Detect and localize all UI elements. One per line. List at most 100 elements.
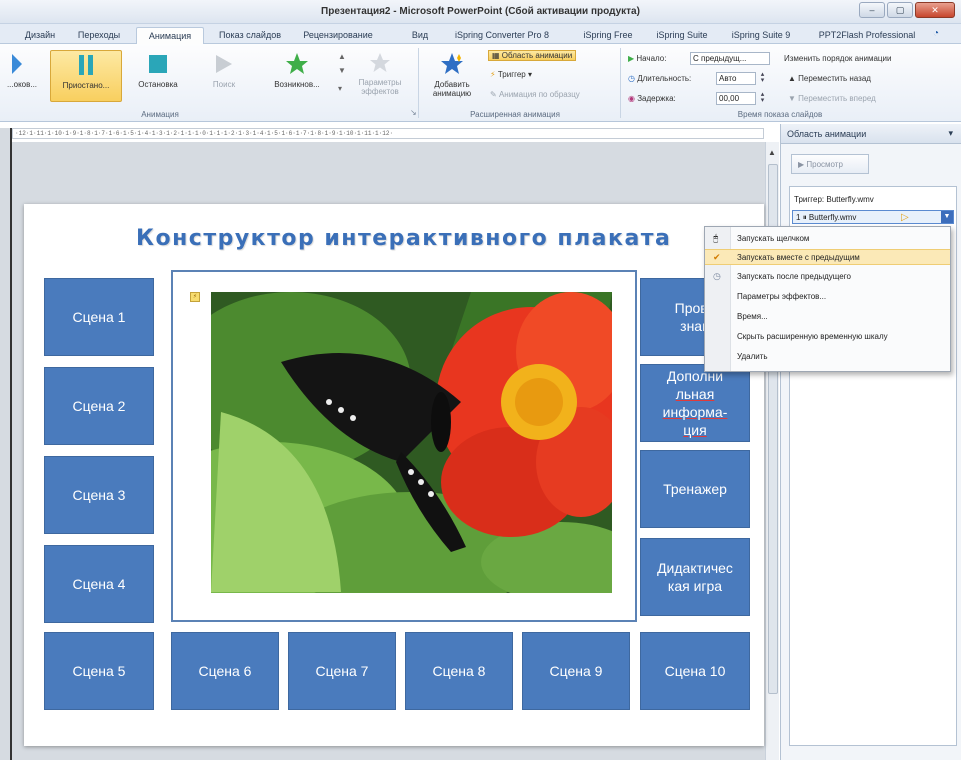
scene-4-button[interactable]: Сцена 4 (44, 545, 154, 623)
gallery-scroll-up[interactable]: ▲ (338, 52, 346, 61)
animation-pane-title: Область анимации (787, 129, 867, 139)
star-icon (286, 53, 308, 74)
window-title: Презентация2 - Microsoft PowerPoint (Сбо… (321, 6, 640, 17)
effect-options-label: Параметры эффектов (358, 78, 402, 96)
clock-icon: ◷ (628, 74, 638, 83)
tab-ispring-converter[interactable]: iSpring Converter Pro 8 (444, 27, 560, 44)
effect-appear[interactable]: Возникнов... (262, 50, 332, 102)
effect-options-icon (370, 53, 390, 72)
tab-design[interactable]: Дизайн (18, 27, 62, 44)
additional-info-button[interactable]: Дополни льная информа- ция (640, 364, 750, 442)
menu-item-hide-timeline[interactable]: Скрыть расширенную временную шкалу (705, 329, 950, 345)
tab-view[interactable]: Вид (408, 27, 432, 44)
title-bar: Презентация2 - Microsoft PowerPoint (Сбо… (0, 0, 961, 24)
start-label: ▶ Начало: (628, 54, 666, 63)
preview-button[interactable]: ▶ Просмотр (791, 154, 869, 174)
scene-10-button[interactable]: Сцена 10 (640, 632, 750, 710)
tab-transitions[interactable]: Переходы (72, 27, 126, 44)
menu-item-timing[interactable]: Время... (705, 309, 950, 325)
delay-icon: ◉ (628, 94, 638, 103)
effect-options-button[interactable]: Параметры эффектов (352, 50, 408, 102)
scene-9-button[interactable]: Сцена 9 (522, 632, 630, 710)
minimize-button[interactable]: – (859, 2, 885, 18)
move-later-label: Переместить вперед (798, 94, 876, 103)
clock-icon: ◷ (713, 271, 721, 281)
pane-menu-icon[interactable]: ▾ (948, 128, 953, 139)
scene-7-button[interactable]: Сцена 7 (288, 632, 396, 710)
scene-6-button[interactable]: Сцена 6 (171, 632, 279, 710)
slide-title[interactable]: Конструктор интерактивного плаката (136, 226, 696, 251)
box-text-line: ция (683, 422, 707, 438)
start-dropdown[interactable]: С предыдущ... (690, 52, 770, 65)
menu-item-effect-options[interactable]: Параметры эффектов... (705, 289, 950, 305)
duration-label: ◷ Длительность: (628, 74, 691, 83)
workspace-left-edge (0, 128, 12, 760)
move-earlier-label: Переместить назад (798, 74, 871, 83)
animation-painter-button[interactable]: ✎ Анимация по образцу (490, 90, 580, 99)
animation-painter-label: Анимация по образцу (498, 90, 580, 99)
animation-pane-button[interactable]: ▦ Область анимации (488, 50, 577, 61)
tab-ispring-suite-9[interactable]: iSpring Suite 9 (728, 27, 794, 44)
tab-ispring-free[interactable]: iSpring Free (578, 27, 638, 44)
effect-pause[interactable]: Приостано... (50, 50, 122, 102)
didactic-game-button[interactable]: Дидактичес кая игра (640, 538, 750, 616)
maximize-button[interactable]: ▢ (887, 2, 913, 18)
trainer-button[interactable]: Тренажер (640, 450, 750, 528)
effect-label: Остановка (138, 80, 178, 89)
animation-trigger-icon[interactable]: ⚡ (190, 292, 200, 302)
add-animation-button[interactable]: Добавить анимацию (424, 50, 480, 102)
effect-stop[interactable]: Остановка (128, 50, 188, 102)
delay-spinner[interactable]: ▴ ▾ (758, 91, 767, 105)
stop-icon (149, 55, 167, 73)
close-button[interactable]: ✕ (915, 2, 955, 18)
trigger-button[interactable]: ⚡ Триггер ▾ (490, 70, 532, 79)
duration-input[interactable]: Авто (716, 72, 756, 85)
tab-slide-show[interactable]: Показ слайдов (212, 27, 288, 44)
move-earlier-button[interactable]: ▲ Переместить назад (788, 74, 871, 83)
butterfly-video[interactable] (211, 292, 612, 593)
scene-2-button[interactable]: Сцена 2 (44, 367, 154, 445)
start-label-text: Начало: (636, 54, 667, 63)
menu-item-start-with-previous[interactable]: ✔ Запускать вместе с предыдущим (705, 249, 950, 265)
tab-ispring-suite[interactable]: iSpring Suite (652, 27, 712, 44)
gallery-scroll-down[interactable]: ▼ (338, 66, 346, 75)
effect-label: Поиск (212, 80, 236, 89)
animation-list-item[interactable]: 1 ⏸ Butterfly.wmv ▷ ▼ (792, 210, 954, 224)
scene-1-button[interactable]: Сцена 1 (44, 278, 154, 356)
mouse-icon: 🖰 (713, 233, 719, 243)
tab-review[interactable]: Рецензирование (298, 27, 378, 44)
menu-item-remove[interactable]: Удалить (705, 349, 950, 365)
move-later-button[interactable]: ▼ Переместить вперед (788, 94, 876, 103)
window-controls: – ▢ ✕ (859, 2, 955, 18)
scene-8-button[interactable]: Сцена 8 (405, 632, 513, 710)
effect-gallery-item-partial[interactable]: ...оков... (0, 50, 44, 102)
group-launcher-icon[interactable]: ↘ (410, 108, 417, 117)
arrow-down-icon: ▼ (788, 94, 799, 103)
timeline-marker-icon: ▷ (901, 212, 909, 223)
scene-5-button[interactable]: Сцена 5 (44, 632, 154, 710)
menu-item-start-on-click[interactable]: 🖰 Запускать щелчком (705, 231, 950, 247)
menu-item-label: Время... (737, 312, 768, 321)
arrow-up-icon: ▲ (788, 74, 799, 83)
delay-input[interactable]: 00,00 (716, 92, 756, 105)
menu-item-label: Скрыть расширенную временную шкалу (737, 332, 888, 341)
gallery-more[interactable]: ▾ (338, 84, 342, 93)
menu-item-label: Удалить (737, 352, 768, 361)
delay-label: ◉ Задержка: (628, 94, 676, 103)
preview-label: Просмотр (806, 160, 843, 169)
tab-animations[interactable]: Анимация (136, 27, 204, 44)
add-animation-icon (441, 53, 463, 74)
scroll-up-icon[interactable]: ▲ (768, 148, 776, 157)
tab-ppt2flash[interactable]: PPT2Flash Professional (808, 27, 926, 44)
item-dropdown-icon[interactable]: ▼ (941, 211, 953, 223)
effect-seek[interactable]: Поиск (196, 50, 252, 102)
lightning-icon: ⚡ (490, 70, 498, 79)
menu-item-label: Запускать вместе с предыдущим (737, 253, 860, 262)
duration-spinner[interactable]: ▴ ▾ (758, 71, 767, 85)
help-icon[interactable]: ◔ (933, 28, 939, 39)
scene-3-button[interactable]: Сцена 3 (44, 456, 154, 534)
menu-item-start-after-previous[interactable]: ◷ Запускать после предыдущего (705, 269, 950, 285)
item-index: 1 (796, 213, 801, 222)
ribbon-tabs: Дизайн Переходы Анимация Показ слайдов Р… (0, 24, 961, 44)
group-label-animation: Анимация (141, 110, 179, 119)
